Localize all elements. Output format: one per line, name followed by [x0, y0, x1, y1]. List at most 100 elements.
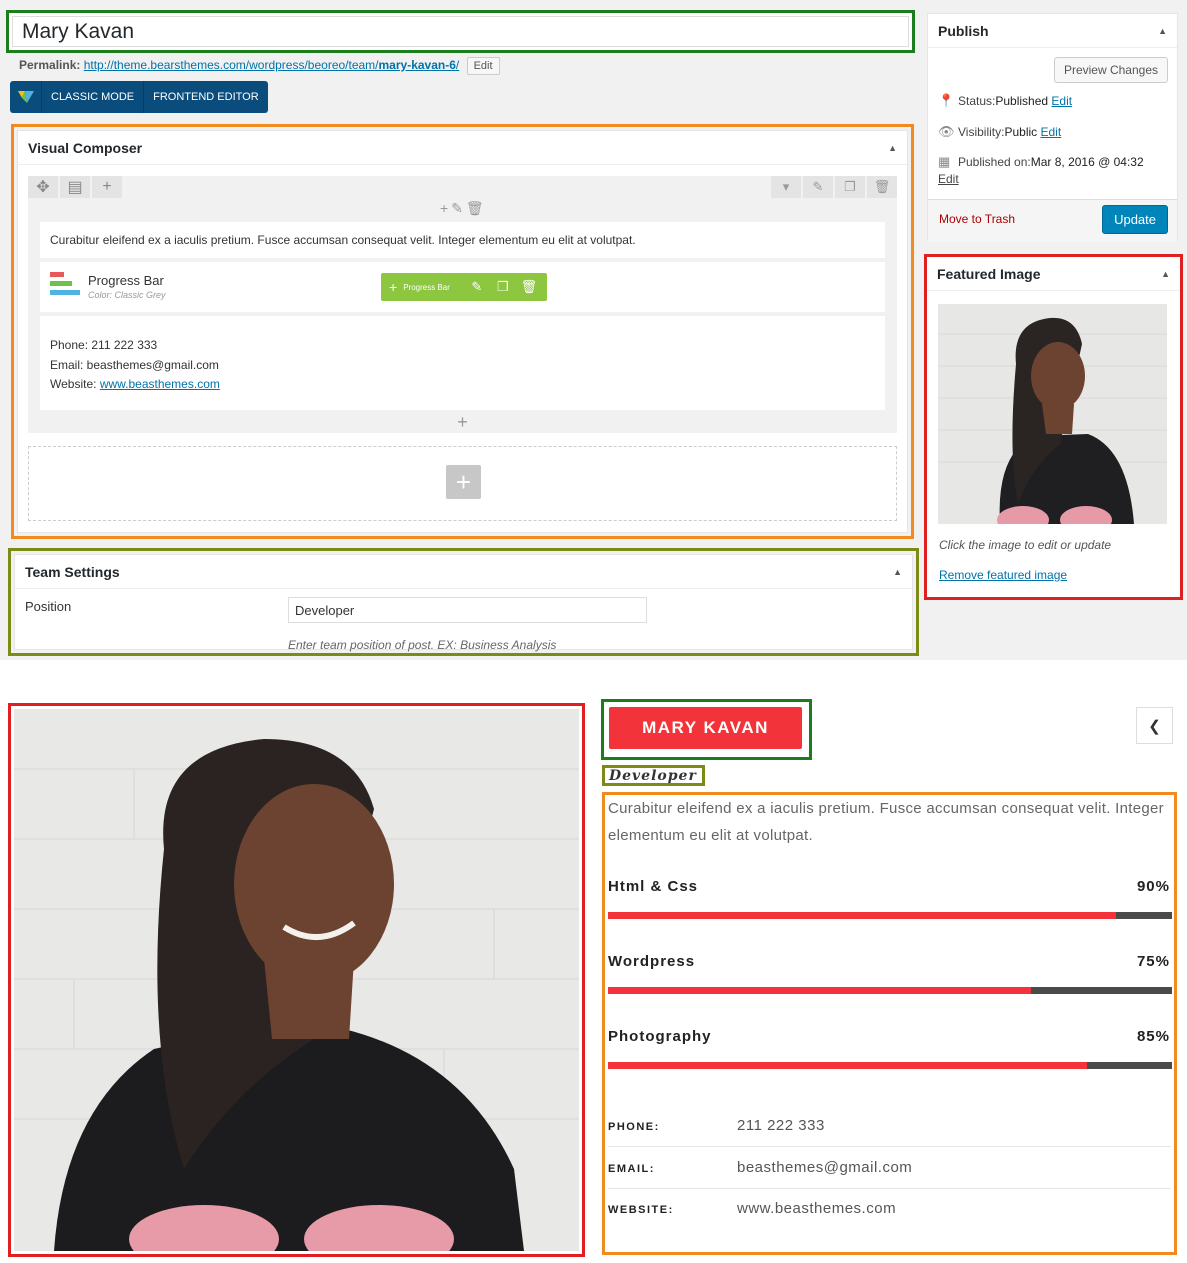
row-controls-right: ▾ ✎ ❐ 🗑: [769, 176, 897, 198]
info-value[interactable]: beasthemes@gmail.com: [737, 1159, 912, 1176]
row-clone-icon[interactable]: ❐: [835, 176, 865, 198]
info-row-website: WEBSITE: www.beasthemes.com: [608, 1189, 1171, 1230]
move-to-trash-link[interactable]: Move to Trash: [939, 212, 1015, 226]
name-highlight: MARY KAVAN: [601, 699, 812, 760]
skill-bar-fill: [608, 912, 1116, 919]
skill-percent: 85%: [1136, 1028, 1170, 1045]
collapse-arrow-icon[interactable]: ▲: [1161, 269, 1170, 279]
details-highlight: Curabitur eleifend ex a iaculis pretium.…: [602, 792, 1177, 1255]
element-edit-icon[interactable]: ✎: [464, 279, 490, 295]
team-member-photo: [14, 709, 579, 1251]
chevron-left-icon[interactable]: ❮: [1136, 707, 1173, 744]
info-value: 211 222 333: [737, 1117, 825, 1134]
featured-image-header[interactable]: Featured Image ▲: [927, 257, 1180, 291]
info-label: WEBSITE:: [608, 1204, 674, 1216]
photo-highlight: [8, 703, 585, 1257]
vc-row: ✥ ▤ + ▾ ✎ ❐ 🗑 + ✎ 🗑 Curabitur eleifend e…: [28, 176, 897, 433]
member-name-badge: MARY KAVAN: [609, 707, 802, 749]
contact-website: Website: www.beasthemes.com: [50, 377, 220, 391]
featured-image-box: Featured Image ▲ Click the image to edit…: [927, 257, 1180, 597]
row-delete-icon[interactable]: 🗑: [867, 176, 897, 198]
skill-name: Html & Css: [608, 878, 699, 895]
element-toolbar: + Progress Bar ✎ ❐ 🗑: [381, 273, 547, 301]
info-value[interactable]: www.beasthemes.com: [737, 1200, 896, 1217]
progress-bar-title: Progress Bar: [88, 273, 164, 288]
permalink-link[interactable]: http://theme.bearsthemes.com/wordpress/b…: [84, 58, 460, 72]
permalink-row: Permalink: http://theme.bearsthemes.com/…: [19, 57, 500, 75]
wp-admin-editor: Permalink: http://theme.bearsthemes.com/…: [0, 0, 1187, 660]
post-title-input[interactable]: [12, 16, 909, 47]
featured-image-help: Click the image to edit or update: [939, 538, 1112, 552]
skill-bar-track: [608, 987, 1172, 994]
permalink-label: Permalink:: [19, 58, 81, 73]
pin-icon: 📍: [938, 93, 955, 108]
published-edit-link[interactable]: Edit: [938, 172, 959, 186]
row-toggle-icon[interactable]: ▾: [771, 176, 801, 198]
collapse-arrow-icon[interactable]: ▲: [888, 143, 897, 153]
publish-actions: Move to Trash Update: [928, 199, 1177, 242]
member-description: Curabitur eleifend ex a iaculis pretium.…: [608, 800, 1164, 844]
visibility-row: 👁 Visibility: Public Edit: [938, 124, 1062, 139]
skill-bar-fill: [608, 1062, 1088, 1069]
visibility-edit-link[interactable]: Edit: [1041, 125, 1062, 139]
visual-composer-highlight: Visual Composer ▲ ✥ ▤ + ▾ ✎ ❐ 🗑 + ✎ 🗑 Cu…: [11, 124, 914, 539]
team-settings-box: Team Settings ▲ Position Enter team posi…: [14, 554, 913, 652]
move-icon[interactable]: ✥: [28, 176, 58, 198]
visual-composer-header[interactable]: Visual Composer ▲: [18, 131, 907, 165]
preview-changes-button[interactable]: Preview Changes: [1053, 57, 1168, 83]
row-add-element-icon[interactable]: +: [28, 412, 897, 433]
contact-phone: Phone: 211 222 333: [50, 338, 158, 352]
calendar-icon: ▦: [938, 154, 951, 169]
column-delete-icon[interactable]: 🗑: [466, 200, 484, 217]
collapse-arrow-icon[interactable]: ▲: [893, 567, 902, 577]
skill-item: Html & Css 90%: [608, 878, 1172, 928]
element-add-icon[interactable]: +: [381, 279, 403, 295]
permalink-edit-button[interactable]: Edit: [466, 57, 500, 75]
team-settings-header[interactable]: Team Settings ▲: [15, 555, 912, 589]
status-edit-link[interactable]: Edit: [1051, 94, 1072, 108]
element-delete-icon[interactable]: 🗑: [516, 279, 542, 295]
featured-image-thumbnail[interactable]: [938, 304, 1167, 524]
info-row-phone: PHONE: 211 222 333: [608, 1106, 1171, 1147]
vc-contact-text-block[interactable]: Phone: 211 222 333 Email: beasthemes@gma…: [40, 316, 885, 410]
skill-name: Photography: [608, 1028, 712, 1045]
skill-name: Wordpress: [608, 953, 696, 970]
publish-title: Publish: [938, 22, 989, 39]
row-layout-icon[interactable]: ▤: [60, 176, 90, 198]
published-on-row: ▦ Published on: Mar 8, 2016 @ 04:32: [938, 154, 1144, 169]
vc-text-block[interactable]: Curabitur eleifend ex a iaculis pretium.…: [40, 222, 885, 258]
element-clone-icon[interactable]: ❐: [490, 279, 516, 295]
add-element-button[interactable]: +: [446, 465, 481, 499]
frontend-editor-button[interactable]: FRONTEND EDITOR: [144, 81, 268, 113]
visual-composer-box: Visual Composer ▲ ✥ ▤ + ▾ ✎ ❐ 🗑 + ✎ 🗑 Cu…: [17, 130, 908, 533]
skill-bar-track: [608, 1062, 1172, 1069]
publish-header[interactable]: Publish ▲: [928, 14, 1177, 48]
position-help-text: Enter team position of post. EX: Busines…: [288, 638, 557, 652]
add-column-icon[interactable]: +: [92, 176, 122, 198]
column-edit-icon[interactable]: ✎: [451, 200, 463, 217]
contact-website-link[interactable]: www.beasthemes.com: [100, 377, 220, 391]
row-edit-icon[interactable]: ✎: [803, 176, 833, 198]
status-row: 📍 Status: Published Edit: [938, 93, 1073, 108]
position-input[interactable]: [288, 597, 647, 623]
progress-bar-subtitle: Color: Classic Grey: [88, 290, 166, 300]
member-role: Developer: [609, 768, 697, 784]
skill-bar-track: [608, 912, 1172, 919]
visual-composer-title: Visual Composer: [28, 139, 143, 156]
update-button[interactable]: Update: [1102, 205, 1168, 234]
vc-mode-switch: CLASSIC MODE FRONTEND EDITOR: [10, 81, 268, 113]
publish-box: Publish ▲ Preview Changes 📍 Status: Publ…: [927, 13, 1178, 242]
classic-mode-button[interactable]: CLASSIC MODE: [42, 81, 145, 113]
team-member-page: MARY KAVAN ❮ Developer Curabitur eleifen…: [0, 660, 1187, 1263]
position-label: Position: [25, 599, 72, 614]
column-add-icon[interactable]: +: [440, 200, 448, 217]
skill-item: Photography 85%: [608, 1028, 1172, 1078]
collapse-arrow-icon[interactable]: ▲: [1158, 26, 1167, 36]
info-label: PHONE:: [608, 1121, 660, 1133]
vc-progress-bar-element[interactable]: Progress Bar Color: Classic Grey + Progr…: [40, 262, 885, 312]
team-settings-highlight: Team Settings ▲ Position Enter team posi…: [8, 548, 919, 656]
remove-featured-image-link[interactable]: Remove featured image: [939, 568, 1067, 582]
featured-image-highlight: Featured Image ▲ Click the image to edit…: [924, 254, 1183, 600]
row-controls-left: ✥ ▤ +: [28, 176, 124, 198]
info-label: EMAIL:: [608, 1163, 655, 1175]
